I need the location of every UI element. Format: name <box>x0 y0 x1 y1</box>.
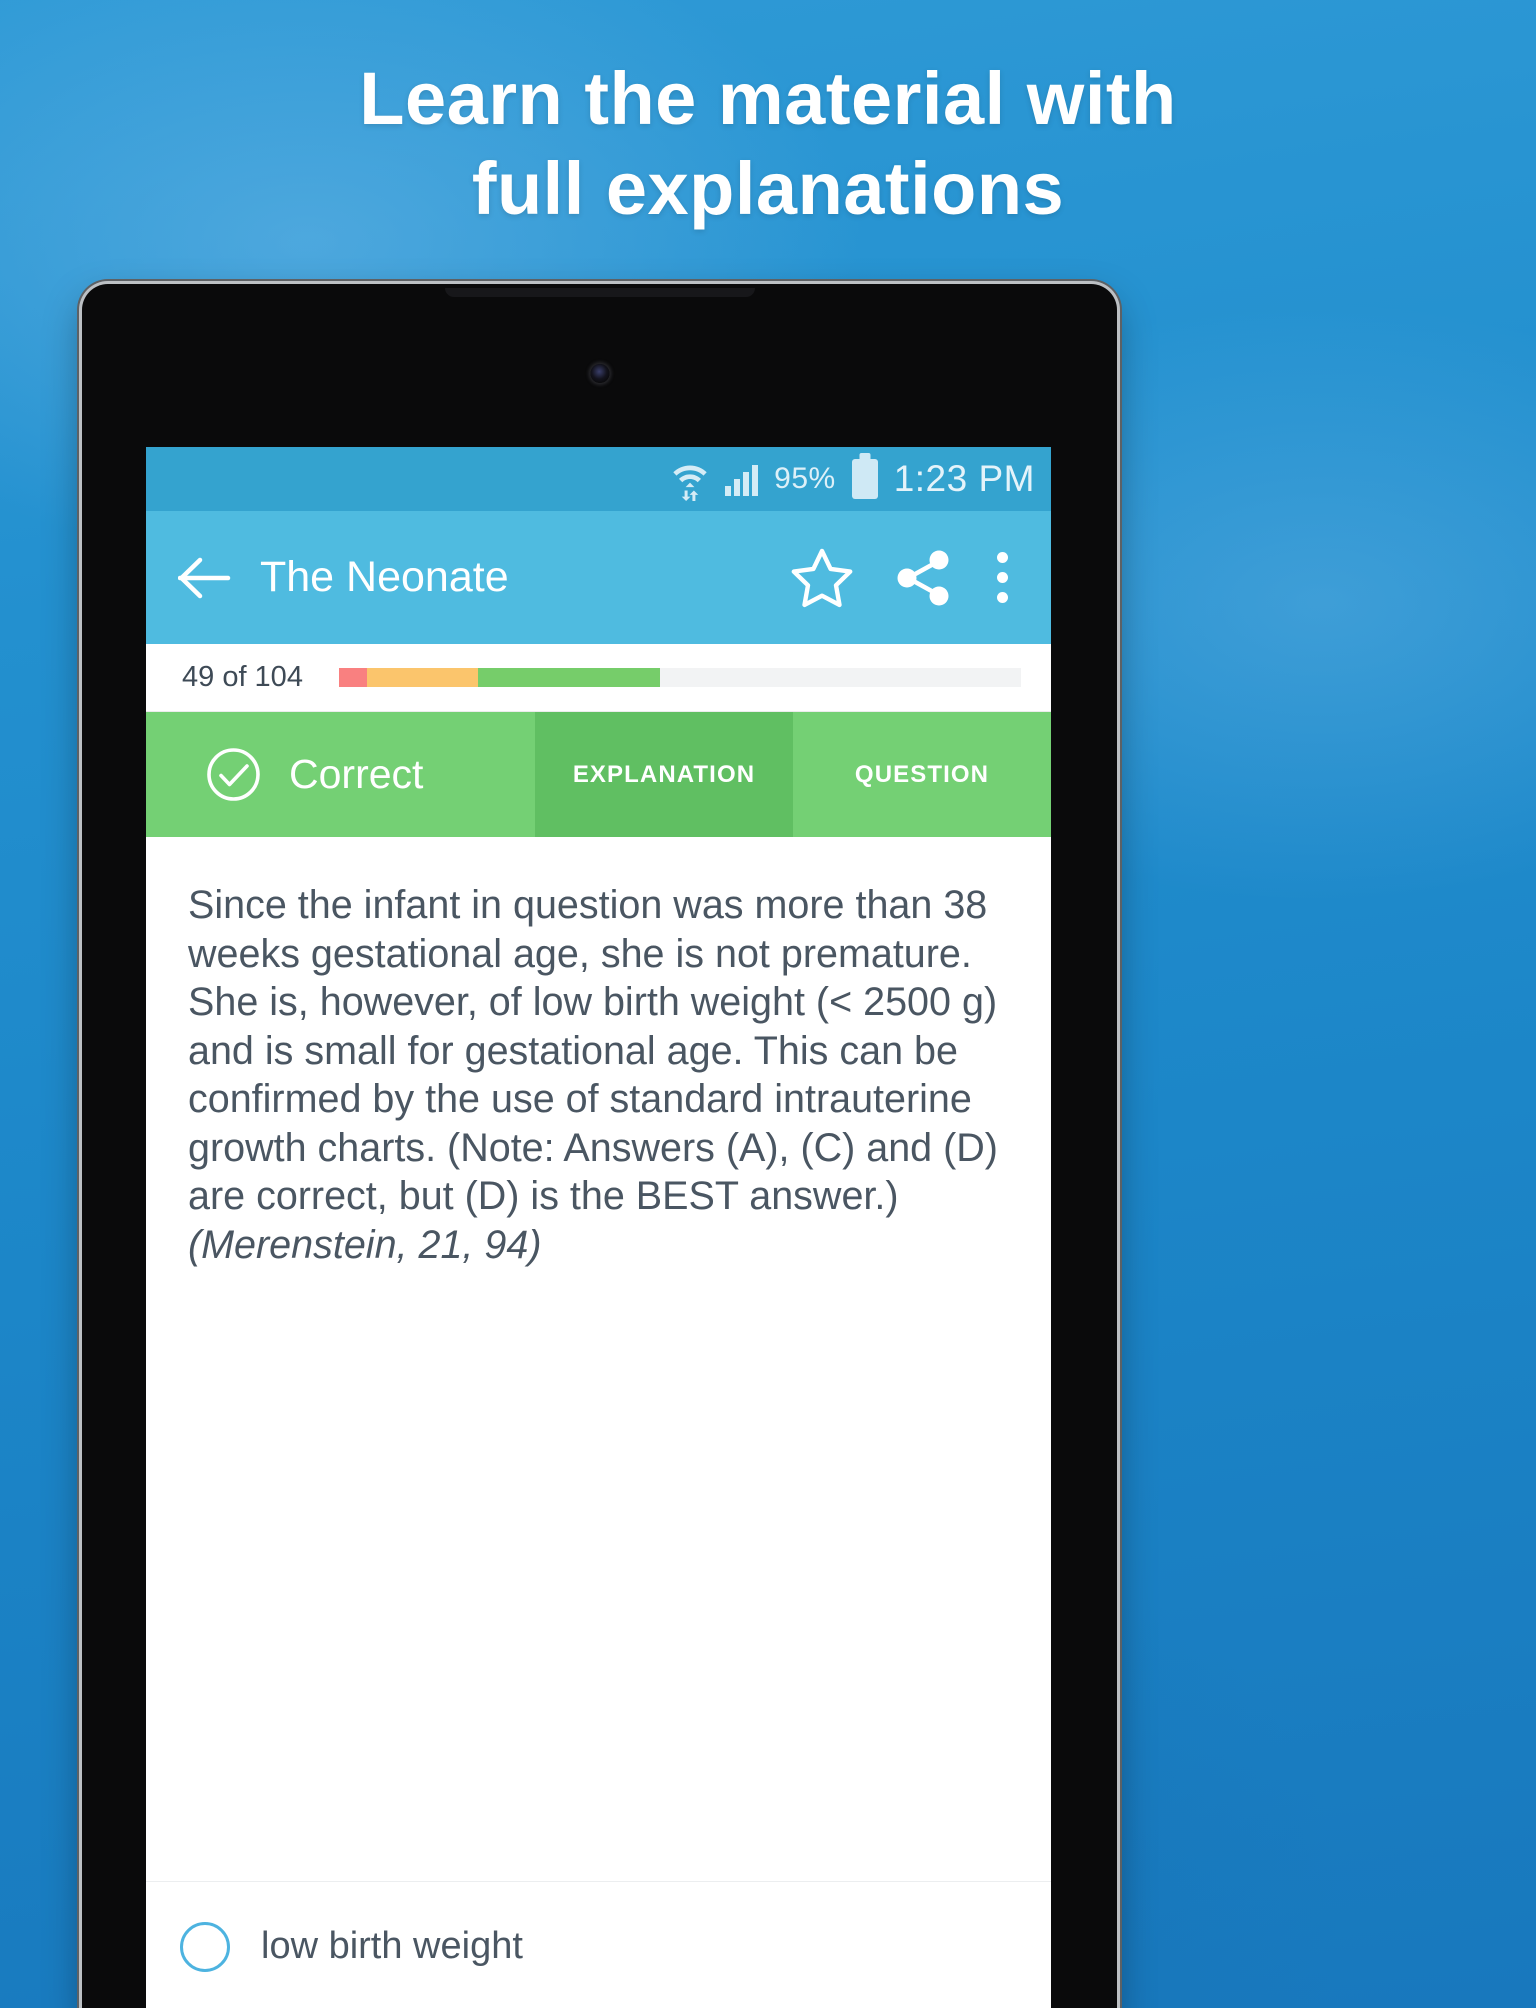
tab-explanation[interactable]: EXPLANATION <box>535 712 793 837</box>
answer-option-row[interactable]: low birth weight <box>146 1881 1051 2008</box>
overflow-menu-icon[interactable] <box>995 552 1009 603</box>
answer-radio-button[interactable] <box>180 1921 230 1972</box>
back-arrow-icon[interactable] <box>178 555 232 601</box>
progress-bar <box>338 668 1021 687</box>
check-circle-icon <box>207 748 260 801</box>
share-icon[interactable] <box>895 549 995 607</box>
status-bar-clock: 1:23 PM <box>893 458 1035 499</box>
headline-line-1: Learn the material with <box>359 57 1177 140</box>
progress-counter-label: 49 of 104 <box>182 661 303 693</box>
progress-segment-partial <box>366 668 479 687</box>
app-bar: The Neonate <box>146 511 1051 644</box>
signal-bars-icon <box>725 462 759 496</box>
answer-status-badge: Correct <box>146 712 535 837</box>
explanation-citation: (Merenstein, 21, 94) <box>188 1223 542 1268</box>
front-camera-icon <box>590 364 609 383</box>
answer-option-label: low birth weight <box>261 1925 523 1967</box>
status-bar: 95% 1:23 PM <box>146 447 1051 511</box>
explanation-content: Since the infant in question was more th… <box>146 837 1051 1881</box>
wifi-icon <box>671 457 709 501</box>
battery-percent-label: 95% <box>774 462 836 495</box>
progress-strip: 49 of 104 <box>146 644 1051 712</box>
explanation-paragraph: Since the infant in question was more th… <box>188 883 998 1219</box>
tablet-device-frame: 95% 1:23 PM The Neonate 49 of 104 Correc… <box>82 284 1117 2008</box>
progress-segment-correct <box>478 668 660 687</box>
promo-headline: Learn the material with full explanation… <box>0 54 1536 235</box>
result-tab-bar: Correct EXPLANATION QUESTION <box>146 712 1051 837</box>
tab-question[interactable]: QUESTION <box>793 712 1051 837</box>
page-title: The Neonate <box>260 553 509 601</box>
answer-status-label: Correct <box>289 751 424 797</box>
progress-segment-incorrect <box>338 668 367 687</box>
device-screen: 95% 1:23 PM The Neonate 49 of 104 Correc… <box>146 447 1051 2008</box>
progress-segment-remaining <box>659 668 1021 687</box>
battery-icon <box>851 459 878 499</box>
star-outline-icon[interactable] <box>791 548 895 608</box>
headline-line-2: full explanations <box>471 147 1065 231</box>
